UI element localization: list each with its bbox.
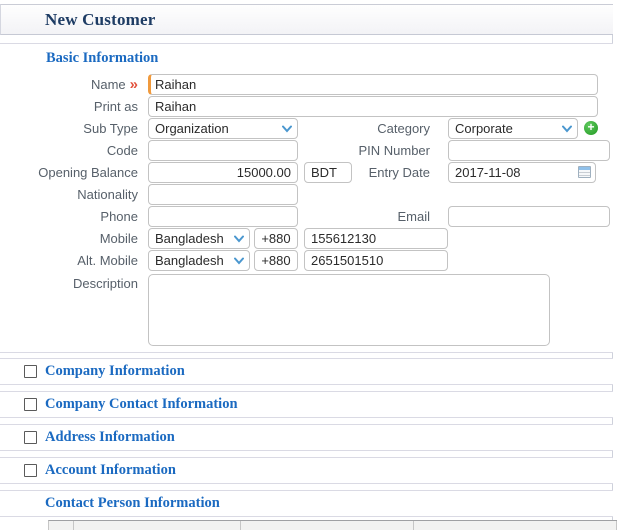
- alt-mobile-row: Alt. Mobile Bangladesh: [0, 249, 613, 271]
- pin-number-input[interactable]: [448, 139, 610, 161]
- name-label: Name: [90, 76, 126, 92]
- nationality-row: Nationality: [0, 183, 613, 205]
- phone-label: Phone: [100, 208, 138, 224]
- entry-date-field: [448, 161, 596, 183]
- code-input[interactable]: [148, 139, 298, 161]
- alt-mobile-number-input[interactable]: [304, 249, 448, 271]
- page-header: New Customer: [0, 4, 613, 35]
- phone-input[interactable]: [148, 205, 298, 227]
- section-contact-person-information[interactable]: Contact Person Information: [0, 490, 613, 517]
- entry-date-input[interactable]: [448, 161, 596, 183]
- mobile-dial-code-input[interactable]: [254, 227, 298, 249]
- name-row: Name »: [0, 73, 613, 95]
- section-company-information[interactable]: Company Information: [0, 358, 613, 385]
- section-account-information[interactable]: Account Information: [0, 457, 613, 484]
- description-textarea[interactable]: [148, 274, 550, 346]
- chevron-down-icon: [234, 235, 244, 243]
- account-information-title[interactable]: Account Information: [45, 462, 176, 479]
- opening-balance-label: Opening Balance: [38, 164, 138, 180]
- code-label: Code: [106, 142, 138, 158]
- chevron-down-icon: [282, 125, 292, 133]
- code-pin-row: Code PIN Number: [0, 139, 613, 161]
- sub-type-category-row: Sub Type Organization Category Corporate…: [0, 117, 613, 139]
- section-address-information[interactable]: Address Information: [0, 424, 613, 451]
- name-input[interactable]: [148, 73, 598, 95]
- phone-email-row: Phone Email: [0, 205, 613, 227]
- page-title: New Customer: [45, 9, 156, 29]
- add-category-icon[interactable]: +: [584, 121, 598, 135]
- basic-information-form: Name » Print as Sub Type Organization Ca…: [0, 73, 613, 349]
- mobile-country-value: Bangladesh: [155, 230, 224, 246]
- email-label: Email: [397, 208, 430, 224]
- mobile-row: Mobile Bangladesh: [0, 227, 613, 249]
- mobile-country-select[interactable]: Bangladesh: [148, 227, 250, 249]
- sub-type-label: Sub Type: [83, 120, 138, 136]
- entry-date-label: Entry Date: [368, 164, 430, 180]
- alt-mobile-country-value: Bangladesh: [155, 252, 224, 268]
- address-information-title[interactable]: Address Information: [45, 429, 175, 446]
- table-header-cell: [74, 521, 241, 530]
- account-information-checkbox[interactable]: [24, 464, 37, 477]
- company-contact-information-title[interactable]: Company Contact Information: [45, 396, 238, 413]
- section-company-contact-information[interactable]: Company Contact Information: [0, 391, 613, 418]
- company-contact-information-checkbox[interactable]: [24, 398, 37, 411]
- opening-balance-entry-date-row: Opening Balance Entry Date: [0, 161, 613, 183]
- alt-mobile-label: Alt. Mobile: [77, 252, 138, 268]
- chevron-down-icon: [234, 257, 244, 265]
- table-header-cell: [49, 521, 74, 530]
- alt-mobile-dial-code-input[interactable]: [254, 249, 298, 271]
- sub-type-value: Organization: [155, 120, 229, 136]
- calendar-icon[interactable]: [578, 165, 591, 178]
- address-information-checkbox[interactable]: [24, 431, 37, 444]
- print-as-input[interactable]: [148, 95, 598, 117]
- opening-balance-input[interactable]: [148, 161, 298, 183]
- chevron-down-icon: [562, 125, 572, 133]
- currency-code-input[interactable]: [304, 161, 352, 183]
- mobile-label: Mobile: [99, 230, 138, 246]
- company-information-checkbox[interactable]: [24, 365, 37, 378]
- contact-person-information-title[interactable]: Contact Person Information: [45, 495, 220, 512]
- nationality-input[interactable]: [148, 183, 298, 205]
- mobile-number-input[interactable]: [304, 227, 448, 249]
- required-marker: »: [129, 75, 138, 93]
- new-customer-panel: New Customer Basic Information Name » Pr…: [0, 0, 617, 530]
- nationality-label: Nationality: [77, 186, 138, 202]
- description-row: Description: [0, 271, 613, 349]
- description-label: Description: [72, 276, 138, 291]
- pin-number-label: PIN Number: [358, 142, 430, 158]
- table-header-cell: [414, 521, 617, 530]
- section-basic-information: Basic Information Name » Print as Sub Ty…: [0, 43, 613, 353]
- print-as-row: Print as: [0, 95, 613, 117]
- print-as-label: Print as: [93, 98, 138, 114]
- alt-mobile-country-select[interactable]: Bangladesh: [148, 249, 250, 271]
- sub-type-select[interactable]: Organization: [148, 117, 298, 139]
- company-information-title[interactable]: Company Information: [45, 363, 185, 380]
- category-select[interactable]: Corporate: [448, 117, 578, 139]
- table-header-cell: [241, 521, 414, 530]
- basic-information-title[interactable]: Basic Information: [46, 50, 158, 67]
- contact-person-table-header: [48, 520, 617, 530]
- email-input[interactable]: [448, 205, 610, 227]
- category-value: Corporate: [455, 120, 513, 136]
- category-label: Category: [377, 120, 430, 136]
